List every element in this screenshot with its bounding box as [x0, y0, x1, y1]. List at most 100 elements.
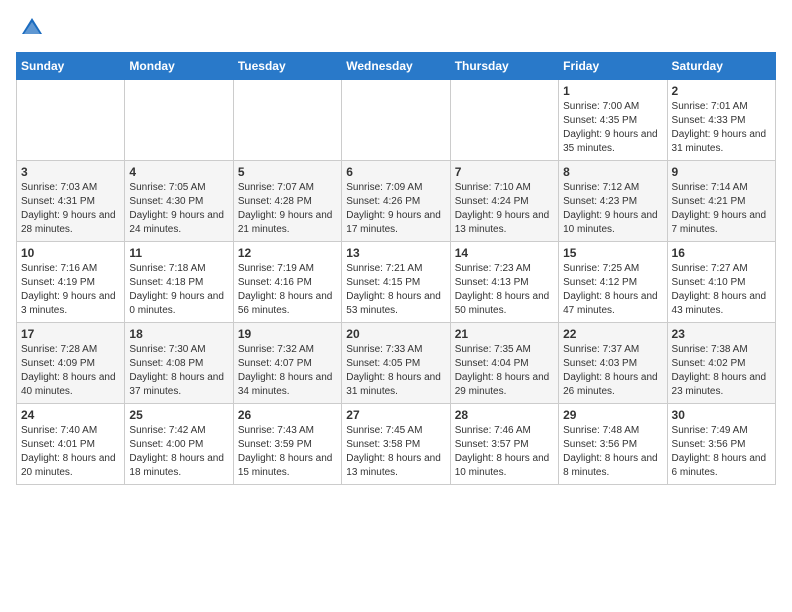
calendar-cell: 17 Sunrise: 7:28 AM Sunset: 4:09 PM Dayli… [17, 323, 125, 404]
day-info: Sunrise: 7:07 AM Sunset: 4:28 PM Dayligh… [238, 182, 333, 235]
day-number: 8 [563, 165, 662, 179]
day-number: 4 [129, 165, 228, 179]
calendar-week-row: 1 Sunrise: 7:00 AM Sunset: 4:35 PM Daylig… [17, 80, 776, 161]
day-number: 3 [21, 165, 120, 179]
day-info: Sunrise: 7:38 AM Sunset: 4:02 PM Dayligh… [672, 344, 767, 397]
day-info: Sunrise: 7:14 AM Sunset: 4:21 PM Dayligh… [672, 182, 767, 235]
calendar-week-row: 3 Sunrise: 7:03 AM Sunset: 4:31 PM Daylig… [17, 161, 776, 242]
day-info: Sunrise: 7:09 AM Sunset: 4:26 PM Dayligh… [346, 182, 441, 235]
day-number: 25 [129, 408, 228, 422]
calendar-cell: 1 Sunrise: 7:00 AM Sunset: 4:35 PM Daylig… [559, 80, 667, 161]
day-info: Sunrise: 7:48 AM Sunset: 3:56 PM Dayligh… [563, 425, 658, 478]
calendar-cell: 5 Sunrise: 7:07 AM Sunset: 4:28 PM Daylig… [233, 161, 341, 242]
weekday-header: Tuesday [233, 53, 341, 80]
calendar-cell: 19Sunrise: 7:32 AM Sunset: 4:07 PM Dayli… [233, 323, 341, 404]
day-info: Sunrise: 7:40 AM Sunset: 4:01 PM Dayligh… [21, 425, 116, 478]
calendar-cell [17, 80, 125, 161]
day-info: Sunrise: 7:30 AM Sunset: 4:08 PM Dayligh… [129, 344, 224, 397]
day-number: 1 [563, 84, 662, 98]
day-number: 12 [238, 246, 337, 260]
calendar-week-row: 24 Sunrise: 7:40 AM Sunset: 4:01 PM Dayli… [17, 404, 776, 485]
calendar-cell: 23 Sunrise: 7:38 AM Sunset: 4:02 PM Dayli… [667, 323, 775, 404]
calendar-cell: 12 Sunrise: 7:19 AM Sunset: 4:16 PM Dayli… [233, 242, 341, 323]
day-info: Sunrise: 7:43 AM Sunset: 3:59 PM Dayligh… [238, 425, 333, 478]
day-number: 19 [238, 327, 337, 341]
day-number: 10 [21, 246, 120, 260]
day-info: Sunrise: 7:10 AM Sunset: 4:24 PM Dayligh… [455, 182, 550, 235]
calendar-cell: 22 Sunrise: 7:37 AM Sunset: 4:03 PM Dayli… [559, 323, 667, 404]
calendar-cell: 4Sunrise: 7:05 AM Sunset: 4:30 PM Daylig… [125, 161, 233, 242]
day-info: Sunrise: 7:23 AM Sunset: 4:13 PM Dayligh… [455, 263, 550, 316]
calendar-cell: 11Sunrise: 7:18 AM Sunset: 4:18 PM Dayli… [125, 242, 233, 323]
day-info: Sunrise: 7:21 AM Sunset: 4:15 PM Dayligh… [346, 263, 441, 316]
day-number: 23 [672, 327, 771, 341]
calendar-cell: 14 Sunrise: 7:23 AM Sunset: 4:13 PM Dayli… [450, 242, 558, 323]
day-number: 14 [455, 246, 554, 260]
calendar-cell: 15Sunrise: 7:25 AM Sunset: 4:12 PM Dayli… [559, 242, 667, 323]
weekday-header: Sunday [17, 53, 125, 80]
weekday-header: Wednesday [342, 53, 450, 80]
day-number: 18 [129, 327, 228, 341]
day-info: Sunrise: 7:19 AM Sunset: 4:16 PM Dayligh… [238, 263, 333, 316]
calendar-cell: 30Sunrise: 7:49 AM Sunset: 3:56 PM Dayli… [667, 404, 775, 485]
calendar-cell: 3 Sunrise: 7:03 AM Sunset: 4:31 PM Daylig… [17, 161, 125, 242]
day-number: 7 [455, 165, 554, 179]
calendar-cell: 7 Sunrise: 7:10 AM Sunset: 4:24 PM Daylig… [450, 161, 558, 242]
day-info: Sunrise: 7:35 AM Sunset: 4:04 PM Dayligh… [455, 344, 550, 397]
calendar-cell: 2 Sunrise: 7:01 AM Sunset: 4:33 PM Daylig… [667, 80, 775, 161]
calendar-week-row: 17 Sunrise: 7:28 AM Sunset: 4:09 PM Dayli… [17, 323, 776, 404]
weekday-header: Thursday [450, 53, 558, 80]
page-header [16, 16, 776, 40]
calendar-cell: 9 Sunrise: 7:14 AM Sunset: 4:21 PM Daylig… [667, 161, 775, 242]
weekday-header: Friday [559, 53, 667, 80]
calendar-cell [233, 80, 341, 161]
weekday-header: Monday [125, 53, 233, 80]
calendar-cell: 24 Sunrise: 7:40 AM Sunset: 4:01 PM Dayli… [17, 404, 125, 485]
day-number: 2 [672, 84, 771, 98]
calendar-table: SundayMondayTuesdayWednesdayThursdayFrid… [16, 52, 776, 485]
calendar-cell: 10 Sunrise: 7:16 AM Sunset: 4:19 PM Dayli… [17, 242, 125, 323]
day-number: 16 [672, 246, 771, 260]
day-number: 27 [346, 408, 445, 422]
day-number: 5 [238, 165, 337, 179]
calendar-cell: 26Sunrise: 7:43 AM Sunset: 3:59 PM Dayli… [233, 404, 341, 485]
calendar-header-row: SundayMondayTuesdayWednesdayThursdayFrid… [17, 53, 776, 80]
day-info: Sunrise: 7:45 AM Sunset: 3:58 PM Dayligh… [346, 425, 441, 478]
day-info: Sunrise: 7:42 AM Sunset: 4:00 PM Dayligh… [129, 425, 224, 478]
day-info: Sunrise: 7:16 AM Sunset: 4:19 PM Dayligh… [21, 263, 116, 316]
calendar-cell: 29 Sunrise: 7:48 AM Sunset: 3:56 PM Dayli… [559, 404, 667, 485]
day-number: 24 [21, 408, 120, 422]
day-number: 22 [563, 327, 662, 341]
day-number: 15 [563, 246, 662, 260]
day-info: Sunrise: 7:37 AM Sunset: 4:03 PM Dayligh… [563, 344, 658, 397]
calendar-week-row: 10 Sunrise: 7:16 AM Sunset: 4:19 PM Dayli… [17, 242, 776, 323]
day-number: 17 [21, 327, 120, 341]
day-info: Sunrise: 7:27 AM Sunset: 4:10 PM Dayligh… [672, 263, 767, 316]
logo [16, 16, 44, 40]
calendar-cell [125, 80, 233, 161]
day-info: Sunrise: 7:46 AM Sunset: 3:57 PM Dayligh… [455, 425, 550, 478]
day-number: 21 [455, 327, 554, 341]
day-info: Sunrise: 7:00 AM Sunset: 4:35 PM Dayligh… [563, 101, 658, 154]
day-number: 20 [346, 327, 445, 341]
calendar-cell: 8Sunrise: 7:12 AM Sunset: 4:23 PM Daylig… [559, 161, 667, 242]
day-info: Sunrise: 7:01 AM Sunset: 4:33 PM Dayligh… [672, 101, 767, 154]
day-info: Sunrise: 7:03 AM Sunset: 4:31 PM Dayligh… [21, 182, 116, 235]
day-number: 6 [346, 165, 445, 179]
calendar-cell: 20Sunrise: 7:33 AM Sunset: 4:05 PM Dayli… [342, 323, 450, 404]
day-number: 11 [129, 246, 228, 260]
weekday-header: Saturday [667, 53, 775, 80]
calendar-cell [450, 80, 558, 161]
calendar-cell [342, 80, 450, 161]
calendar-cell: 21 Sunrise: 7:35 AM Sunset: 4:04 PM Dayli… [450, 323, 558, 404]
day-number: 30 [672, 408, 771, 422]
day-number: 13 [346, 246, 445, 260]
day-number: 9 [672, 165, 771, 179]
day-number: 29 [563, 408, 662, 422]
day-info: Sunrise: 7:28 AM Sunset: 4:09 PM Dayligh… [21, 344, 116, 397]
calendar-cell: 28 Sunrise: 7:46 AM Sunset: 3:57 PM Dayli… [450, 404, 558, 485]
calendar-cell: 16 Sunrise: 7:27 AM Sunset: 4:10 PM Dayli… [667, 242, 775, 323]
day-number: 28 [455, 408, 554, 422]
calendar-cell: 18 Sunrise: 7:30 AM Sunset: 4:08 PM Dayli… [125, 323, 233, 404]
calendar-cell: 6 Sunrise: 7:09 AM Sunset: 4:26 PM Daylig… [342, 161, 450, 242]
